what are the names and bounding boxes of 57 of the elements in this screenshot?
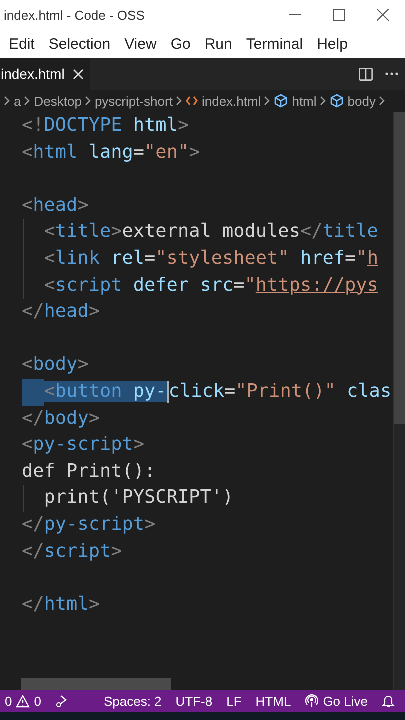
code-line: print('PYSCRIPT') xyxy=(22,485,393,512)
code-line: <body> xyxy=(22,353,90,378)
window-title: index.html - Code - OSS xyxy=(4,8,146,22)
minimize-icon xyxy=(289,14,301,16)
breadcrumb-item[interactable]: pyscript-short xyxy=(94,94,173,108)
chevron-icon xyxy=(176,96,183,106)
status-item[interactable]: Spaces: 2 xyxy=(100,694,166,708)
menu-item[interactable]: Selection xyxy=(42,36,118,52)
breadcrumb-item[interactable]: body xyxy=(330,94,376,108)
horizontal-scrollbar[interactable] xyxy=(21,678,171,690)
code-line: </py-script> xyxy=(22,512,157,537)
code-line: <html lang="en"> xyxy=(22,140,202,165)
menu-item[interactable]: Go xyxy=(164,36,198,52)
code-line: </head> xyxy=(22,300,101,324)
chevron-icon xyxy=(4,96,11,106)
code-line: </html> xyxy=(22,592,101,617)
branch-icon xyxy=(55,694,70,708)
maximize-icon xyxy=(333,9,345,21)
breadcrumb-item[interactable]: a xyxy=(14,94,22,108)
warning-icon xyxy=(16,694,30,708)
chevron-icon xyxy=(84,96,92,106)
chevron-icon xyxy=(264,96,272,106)
code-line: def Print(): xyxy=(22,460,157,484)
status-item[interactable]: UTF-8 xyxy=(172,694,217,708)
menu-item[interactable]: Terminal xyxy=(239,36,310,52)
breadcrumb-item[interactable]: html xyxy=(274,94,317,108)
cube-icon xyxy=(330,94,344,108)
code-line: <button py-click="Print()" clas xyxy=(22,378,393,406)
close-icon xyxy=(377,9,389,21)
breadcrumb-item[interactable]: index.html xyxy=(186,94,262,108)
cube-icon xyxy=(274,94,288,108)
status-item[interactable]: HTML xyxy=(252,694,296,708)
chevron-icon xyxy=(320,96,327,106)
menu-item[interactable]: Edit xyxy=(2,36,42,52)
code-line: <link rel="stylesheet" href="h xyxy=(22,246,393,273)
code-line: <!DOCTYPE html> xyxy=(22,114,190,138)
broadcast-icon xyxy=(305,694,320,708)
editor-tab[interactable]: index.html xyxy=(0,58,90,90)
code-line: <py-script> xyxy=(22,433,146,458)
code-line: <script defer src="https://pys xyxy=(22,272,393,300)
menu-item[interactable]: Help xyxy=(310,36,355,52)
status-item[interactable]: LF xyxy=(222,694,246,708)
menu-item[interactable]: View xyxy=(118,36,164,52)
problems-button[interactable]: 0 0 xyxy=(1,694,46,708)
breadcrumb-item[interactable]: Desktop xyxy=(34,94,82,108)
code-line: <title>external modules</title xyxy=(22,219,393,246)
chevron-icon xyxy=(24,96,32,106)
code-line: <head> xyxy=(22,194,90,218)
bell-icon xyxy=(382,694,395,708)
close-icon[interactable] xyxy=(72,68,84,80)
menu-item[interactable]: Run xyxy=(198,36,240,52)
code-line: </body> xyxy=(22,406,101,431)
vertical-scrollbar[interactable] xyxy=(393,112,405,690)
go-live-button[interactable]: Go Live xyxy=(301,694,372,708)
chevron-icon xyxy=(378,96,386,106)
code-icon xyxy=(186,96,198,106)
code-line: </script> xyxy=(22,540,124,564)
